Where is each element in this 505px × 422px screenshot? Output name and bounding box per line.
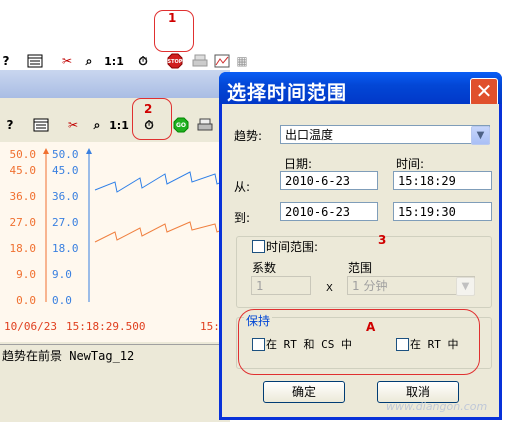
to-label: 到: — [234, 211, 251, 225]
annotation-2: 2 — [144, 102, 153, 116]
top-toolbar: ? ✂ ⌕ 1:1 ⏱ STOP ▦ — [0, 24, 250, 69]
export-icon[interactable]: ▦ — [235, 52, 249, 70]
window-icon[interactable] — [32, 116, 50, 134]
go-icon[interactable]: GO — [172, 116, 190, 134]
time-date-label: 10/06/23 — [4, 320, 57, 333]
cut-tag-icon[interactable]: ✂ — [64, 116, 82, 134]
range-dropdown-button[interactable]: ▼ — [456, 277, 475, 296]
help-icon[interactable]: ? — [4, 116, 16, 134]
highlight-ellipse-A — [238, 309, 480, 375]
close-icon: ✕ — [475, 79, 493, 103]
from-time-field[interactable]: 15:18:29 — [393, 171, 492, 190]
stop-icon[interactable]: STOP — [166, 52, 184, 70]
zoom-1to1-button[interactable]: 1:1 — [108, 116, 130, 134]
watermark: www.diangon.com — [386, 400, 488, 413]
range-label: 范围 — [348, 261, 373, 275]
print-icon[interactable] — [196, 116, 214, 134]
zoom-1to1-button[interactable]: 1:1 — [103, 52, 125, 70]
ok-button[interactable]: 确定 — [263, 381, 345, 403]
window-icon[interactable] — [26, 52, 44, 70]
dialog-title: 选择时间范围 — [227, 82, 348, 104]
status-bar: 趋势在前景 NewTag_12 — [0, 344, 227, 367]
to-date-field[interactable]: 2010-6-23 — [280, 202, 378, 221]
from-label: 从: — [234, 180, 251, 194]
chevron-down-icon: ▼ — [476, 130, 485, 141]
trend-plot — [43, 148, 222, 302]
chart-icon[interactable] — [213, 52, 231, 70]
time-range-checkbox-label[interactable]: 时间范围: — [266, 238, 318, 255]
close-button[interactable]: ✕ — [470, 78, 498, 106]
trend-label: 趋势: — [234, 129, 263, 143]
zoom-icon[interactable]: ⌕ — [90, 116, 104, 134]
to-time-field[interactable]: 15:19:30 — [393, 202, 492, 221]
help-icon[interactable]: ? — [0, 52, 12, 70]
chevron-down-icon: ▼ — [461, 281, 470, 292]
annotation-3: 3 — [378, 233, 387, 247]
svg-text:STOP: STOP — [168, 59, 183, 65]
from-date-field[interactable]: 2010-6-23 — [280, 171, 378, 190]
svg-text:GO: GO — [176, 122, 186, 129]
stopwatch-icon[interactable]: ⏱ — [135, 52, 151, 70]
time-cut-label: 15: — [200, 320, 220, 333]
time-start-label: 15:18:29.500 — [66, 320, 146, 333]
zoom-icon[interactable]: ⌕ — [82, 52, 96, 70]
series-blue-line — [94, 171, 222, 193]
cut-tag-icon[interactable]: ✂ — [58, 52, 76, 70]
date-header: 日期: — [284, 157, 313, 171]
trend-select[interactable]: 出口温度 — [280, 125, 490, 144]
time-range-checkbox[interactable] — [252, 240, 265, 253]
trend-toolbar: ? ✂ ⌕ 1:1 ⏱ GO — [0, 112, 225, 136]
trend-window-titlebar — [0, 70, 230, 98]
series-orange-line — [94, 221, 222, 243]
annotation-1: 1 — [168, 11, 177, 25]
coef-label: 系数 — [252, 261, 277, 275]
times-x-label: X — [326, 283, 333, 294]
print-icon[interactable] — [191, 52, 209, 70]
coef-field[interactable]: 1 — [251, 276, 311, 295]
trend-dropdown-button[interactable]: ▼ — [471, 126, 490, 145]
time-header: 时间: — [396, 157, 425, 171]
